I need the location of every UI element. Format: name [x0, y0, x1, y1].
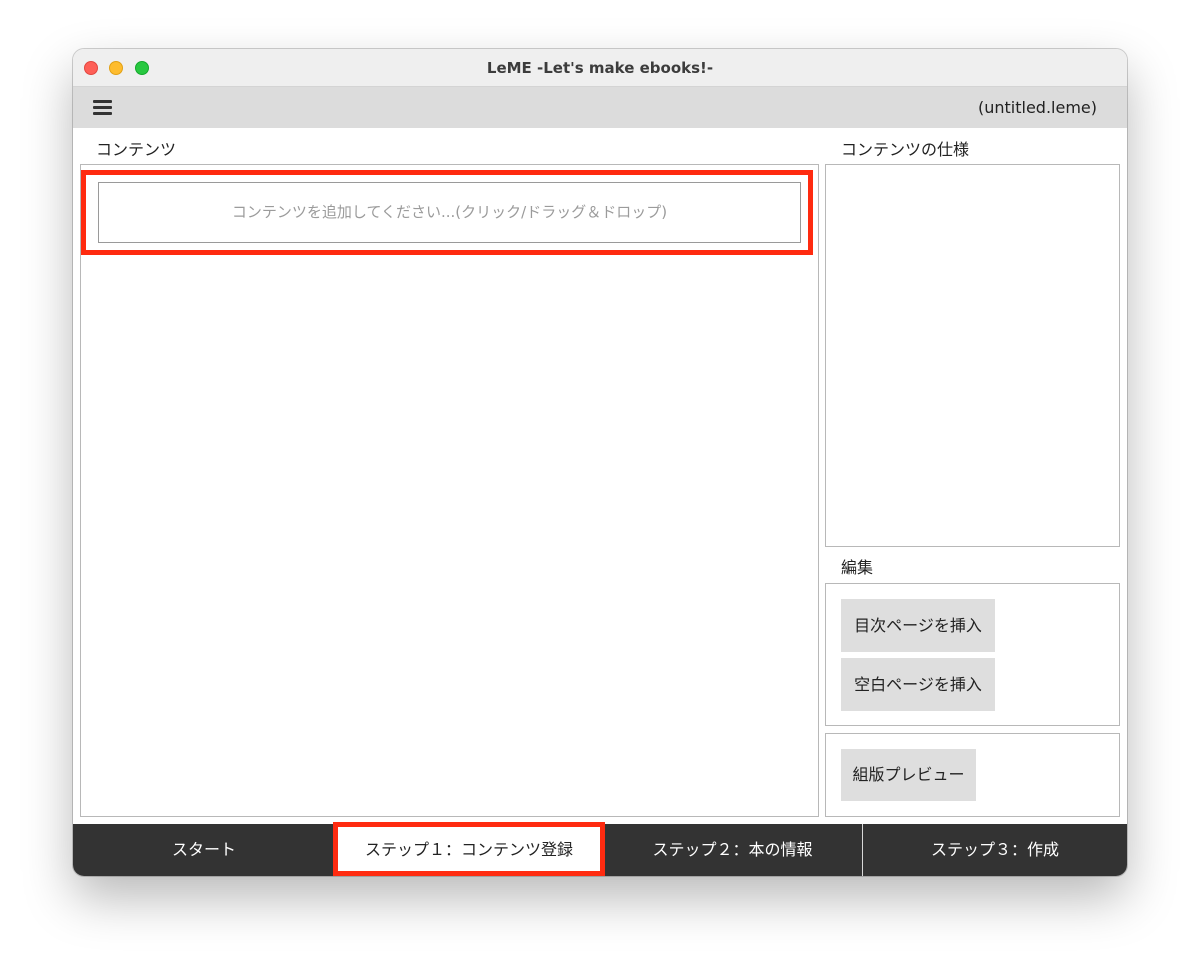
insert-toc-page-button[interactable]: 目次ページを挿入	[841, 599, 995, 652]
edit-label: 編集	[841, 558, 874, 577]
contents-label: コンテンツ	[96, 140, 177, 159]
window-title: LeME -Let's make ebooks!-	[486, 59, 714, 77]
app-window: LeME -Let's make ebooks!- (untitled.leme…	[73, 49, 1127, 876]
file-name: (untitled.leme)	[977, 98, 1097, 117]
title-bar: LeME -Let's make ebooks!-	[73, 49, 1127, 87]
spec-panel	[825, 164, 1120, 547]
hamburger-menu-icon[interactable]	[93, 100, 112, 115]
insert-blank-page-button[interactable]: 空白ページを挿入	[841, 658, 995, 711]
add-content-dropzone[interactable]: コンテンツを追加してください...(クリック/ドラッグ＆ドロップ)	[98, 182, 801, 243]
contents-list-panel	[80, 164, 819, 817]
step-bar: スタート ステップ１：コンテンツ登録 ステップ２：本の情報 ステップ３：作成	[73, 822, 1127, 876]
step-1-highlight	[333, 822, 605, 876]
spec-label: コンテンツの仕様	[841, 140, 970, 159]
toolbar: (untitled.leme)	[73, 87, 1127, 128]
typeset-preview-button[interactable]: 組版プレビュー	[841, 749, 976, 801]
step-2-tab[interactable]: ステップ２：本の情報	[603, 824, 862, 876]
step-3-tab[interactable]: ステップ３：作成	[863, 824, 1127, 876]
step-start-tab[interactable]: スタート	[73, 824, 335, 876]
